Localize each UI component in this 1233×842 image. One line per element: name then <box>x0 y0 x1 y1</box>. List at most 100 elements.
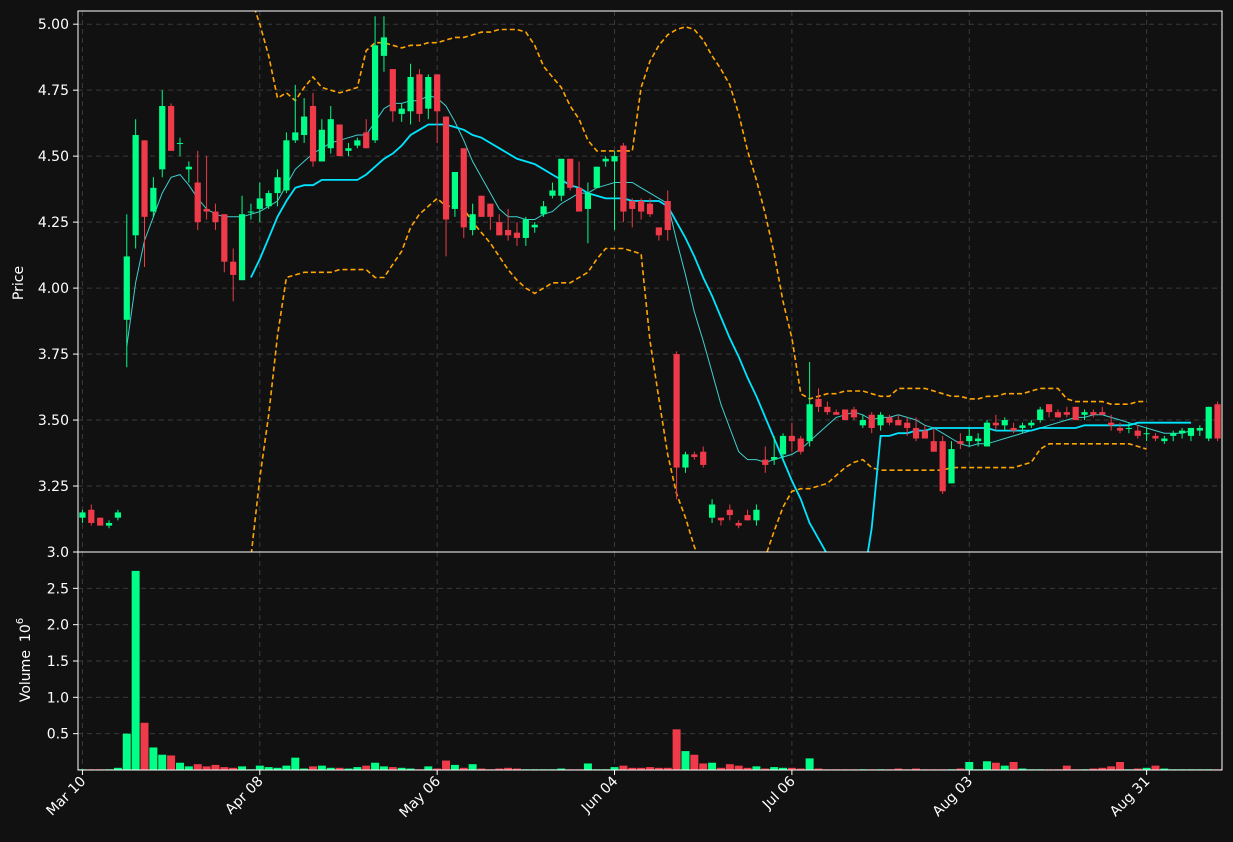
candle-down <box>1063 412 1070 415</box>
candle-down <box>726 509 733 516</box>
candle-up <box>779 435 787 455</box>
candle-down <box>833 412 840 415</box>
volume-bar <box>619 765 628 770</box>
candle-up <box>105 522 113 526</box>
candle-down <box>434 74 441 112</box>
price-tick-label: 3.25 <box>38 479 69 495</box>
candle-up <box>327 119 334 149</box>
candle-up <box>123 256 130 320</box>
candle-up <box>114 512 122 518</box>
price-tick-label: 4.25 <box>38 215 69 231</box>
candle-down <box>416 74 423 114</box>
volume-bar <box>1107 766 1116 770</box>
candle-up <box>451 171 459 209</box>
candle-up <box>549 190 556 196</box>
price-tick-label: 4.75 <box>38 83 69 99</box>
candle-down <box>638 201 645 212</box>
candle-down <box>1134 430 1141 436</box>
volume-bar <box>131 570 140 770</box>
candle-down <box>850 409 858 418</box>
volume-tick-label: 2.0 <box>47 618 69 634</box>
volume-bar <box>1116 762 1125 770</box>
candle-down <box>824 406 831 413</box>
volume-tick-label: 1.0 <box>47 690 69 706</box>
candle-down <box>886 417 893 423</box>
volume-tick-label: 1.5 <box>47 654 69 670</box>
candle-up <box>345 148 352 151</box>
volume-bar <box>442 760 451 770</box>
candle-down <box>309 106 317 162</box>
candle-up <box>682 454 689 468</box>
candle-up <box>522 219 529 238</box>
candle-up <box>292 132 299 141</box>
candle-up <box>469 214 476 231</box>
candle-down <box>496 222 503 236</box>
volume-bar <box>309 766 317 770</box>
candle-down <box>673 354 680 468</box>
candle-down <box>646 203 654 215</box>
price-tick-label: 4.50 <box>38 149 69 165</box>
candle-up <box>398 108 405 114</box>
volume-bar <box>238 766 247 770</box>
price-tick-label: 3.0 <box>47 545 69 561</box>
candle-up <box>371 45 379 141</box>
candle-down <box>1054 412 1062 418</box>
candle-down <box>912 427 920 439</box>
candle-down <box>221 214 228 262</box>
candle-down <box>744 515 751 521</box>
candle-up <box>354 140 361 146</box>
candle-down <box>1214 404 1221 439</box>
candle-up <box>1081 412 1088 415</box>
candle-up <box>1037 409 1044 421</box>
candle-up <box>425 76 432 109</box>
candle-up <box>132 135 139 236</box>
candle-up <box>380 37 388 56</box>
candle-down <box>700 451 707 465</box>
volume-bar <box>805 758 814 770</box>
candle-up <box>1143 433 1150 435</box>
candle-up <box>708 504 716 518</box>
price-axis-label: Price <box>11 266 27 300</box>
candle-down <box>389 69 396 112</box>
candle-up <box>1187 427 1195 436</box>
candle-down <box>97 517 104 526</box>
candle-down <box>168 106 175 151</box>
volume-bar <box>193 764 202 770</box>
candle-up <box>1161 438 1168 442</box>
volume-bar <box>211 764 220 770</box>
volume-tick-label: 0.5 <box>47 727 69 743</box>
candle-up <box>256 198 263 209</box>
volume-bar <box>1009 762 1018 770</box>
volume-bar <box>708 762 717 770</box>
volume-bar <box>149 747 158 770</box>
candle-up <box>79 512 86 518</box>
volume-bar <box>371 762 380 770</box>
volume-bar <box>122 733 131 770</box>
candle-up <box>753 509 760 521</box>
candle-up <box>1019 425 1026 428</box>
candle-up <box>1205 406 1212 439</box>
candle-down <box>904 422 911 428</box>
candle-up <box>1178 430 1186 434</box>
candle-up <box>877 414 884 426</box>
candle-down <box>717 517 725 521</box>
candle-down <box>841 409 849 421</box>
price-tick-label: 4.00 <box>38 281 69 297</box>
volume-bar <box>291 757 300 770</box>
volume-bar <box>1062 765 1071 770</box>
candle-up <box>975 438 982 442</box>
candle-down <box>655 227 662 236</box>
candle-down <box>575 187 583 212</box>
volume-bar <box>681 751 690 770</box>
volume-bar <box>167 755 176 770</box>
candle-down <box>957 441 964 444</box>
volume-bar <box>752 766 761 770</box>
volume-axis-scale-base: 10 <box>18 624 34 642</box>
volume-bar <box>1151 765 1160 770</box>
volume-bar <box>468 764 477 770</box>
volume-axis-scale-exponent: 6 <box>15 618 26 624</box>
volume-axis-label-name: Volume <box>18 650 34 702</box>
candle-up <box>948 449 955 484</box>
candle-up <box>558 158 565 196</box>
candle-down <box>442 116 450 220</box>
